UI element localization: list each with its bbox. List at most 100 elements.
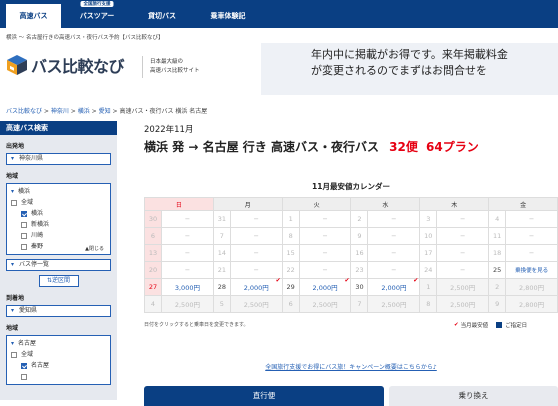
calendar-day: 4 <box>488 210 507 228</box>
calendar-price: − <box>298 227 352 245</box>
calendar-week-row: 13− 14− 15− 16− 17− 18− <box>144 244 558 262</box>
calendar-day: 3 <box>419 210 438 228</box>
calendar-day[interactable]: 28 <box>212 278 231 296</box>
calendar-legend: ✔ 当月最安値 ご指定日 <box>454 321 527 329</box>
campaign-badge: 全国旅行支援 <box>80 1 114 7</box>
calendar-price[interactable]: 3,000円 <box>161 278 214 296</box>
calendar-price: − <box>436 227 490 245</box>
calendar-day: 10 <box>419 227 438 245</box>
checkbox-checked[interactable] <box>21 362 27 369</box>
calendar-price[interactable]: 2,000円 ✔ <box>229 277 283 296</box>
transfer-link[interactable]: 乗換便を見る <box>505 261 558 279</box>
region-dropdown[interactable]: ▾ 名古屋 <box>11 338 110 349</box>
calendar-day[interactable]: 25 <box>488 261 507 279</box>
calendar-price: − <box>161 244 214 262</box>
tab-highway-bus[interactable]: 高速バス <box>6 4 61 28</box>
checkbox[interactable] <box>21 373 27 380</box>
region-option-yokohama[interactable]: 横浜 <box>21 208 110 219</box>
calendar-price: − <box>161 227 214 245</box>
calendar-price: − <box>436 261 490 279</box>
calendar-day[interactable]: 27 <box>144 278 162 296</box>
calendar-day: 7 <box>350 295 369 313</box>
calendar-day: 30 <box>144 210 162 228</box>
ad-banner[interactable]: 年内中に掲載がお得です。来年掲載料金 が変更されるのでまずはお問合せを <box>255 43 558 95</box>
region-dropdown[interactable]: ▾ 横浜 <box>11 186 110 197</box>
region-option-shin-yokohama[interactable]: 新横浜 <box>21 219 110 230</box>
page-headline: 横浜 〜 名古屋行きの高速バス・夜行バス予約【バス比較なび】 <box>6 35 164 41</box>
departure-label: 出発地 <box>6 143 25 150</box>
calendar-day: 1 <box>281 210 300 228</box>
checkbox-checked[interactable] <box>21 210 27 217</box>
close-button[interactable]: ▲閉じる <box>85 245 104 252</box>
tagline-line1: 日本最大級の <box>150 59 184 65</box>
calendar-price[interactable]: 2,000円 ✔ <box>367 277 421 296</box>
calendar-day: 24 <box>419 261 438 279</box>
calendar-week-row: 27 3,000円 28 2,000円 ✔ 29 2,000円 ✔ 30 2,000円 ✔ 1… <box>144 277 558 296</box>
calendar-price: − <box>298 210 352 228</box>
direct-route-tab[interactable]: 直行便 <box>144 386 384 406</box>
site-logo[interactable]: バス比較なび <box>6 53 125 77</box>
chevron-down-icon: ▾ <box>11 155 15 162</box>
calendar-price: − <box>505 210 558 228</box>
calendar-price: 2,800円 <box>505 295 558 313</box>
calendar-day: 7 <box>212 227 231 245</box>
calendar-price: − <box>436 210 490 228</box>
calendar-day: 13 <box>144 244 162 262</box>
tab-charter-bus[interactable]: 貸切バス <box>133 4 191 28</box>
region-option-kawasaki[interactable]: 川崎 <box>21 230 110 241</box>
campaign-link[interactable]: 全国旅行支援でお得にバス旅！キャンペーン概要はこちらから♪ <box>144 362 558 371</box>
region-value: 横浜 <box>18 188 31 195</box>
calendar-note: 日付をクリックすると乗車日を変更できます。 <box>144 322 249 328</box>
calendar-title: 11月最安値カレンダー <box>312 182 390 191</box>
calendar-week-row: 4 2,500円 5 2,500円 6 2,500円 7 2,500円 8 2,500円 … <box>144 295 558 313</box>
calendar-price: − <box>229 261 283 279</box>
bus-stop-list-label: バス停一覧 <box>19 261 50 268</box>
departure-pref-select[interactable]: ▾ 神奈川県 <box>6 153 111 165</box>
tab-ride-report[interactable]: 乗車体験記 <box>198 4 258 28</box>
calendar-price: 2,500円 <box>436 295 490 313</box>
calendar-day: 15 <box>281 244 300 262</box>
checkbox[interactable] <box>11 351 17 358</box>
region-option-all[interactable]: 全域 <box>11 197 110 208</box>
calendar-day[interactable]: 29 <box>281 278 300 296</box>
calendar-price: 2,500円 <box>367 295 421 313</box>
checkbox[interactable] <box>21 232 27 239</box>
breadcrumb-yokohama[interactable]: 横浜 <box>78 108 90 115</box>
calendar-price: − <box>505 227 558 245</box>
calendar-price: − <box>161 261 214 279</box>
calendar-day: 9 <box>350 227 369 245</box>
logo-text: バス比較なび <box>31 57 125 76</box>
departure-pref-value: 神奈川県 <box>19 155 44 162</box>
runs-count: 32便 <box>389 140 418 154</box>
transfer-route-tab[interactable]: 乗り換え <box>389 386 558 406</box>
calendar-day: 8 <box>419 295 438 313</box>
weekday-header: 水 <box>350 197 421 211</box>
page-title: 横浜 発 → 名古屋 行き 高速バス・夜行バス 32便 64プラン <box>144 138 479 155</box>
weekday-header: 月 <box>212 197 283 211</box>
checkbox[interactable] <box>11 199 17 206</box>
calendar-price: − <box>367 261 421 279</box>
calendar-price[interactable]: 2,000円 ✔ <box>298 277 352 296</box>
calendar-price: 2,500円 <box>298 295 352 313</box>
region-option-next[interactable] <box>21 371 110 382</box>
breadcrumb-kanagawa[interactable]: 神奈川 <box>51 108 69 115</box>
checkbox[interactable] <box>21 221 27 228</box>
reverse-route-button[interactable]: ⇅逆区間 <box>38 275 79 287</box>
breadcrumb-home[interactable]: バス比較なび <box>6 108 42 115</box>
checkbox[interactable] <box>21 243 27 250</box>
calendar-day[interactable]: 30 <box>350 278 369 296</box>
arrival-pref-value: 愛知県 <box>19 307 38 314</box>
calendar-day: 2 <box>488 278 507 296</box>
calendar-price: − <box>298 261 352 279</box>
ad-line2: が変更されるのでまずはお問合せを <box>311 64 487 77</box>
region-option-nagoya[interactable]: 名古屋 <box>21 360 110 371</box>
calendar-day: 4 <box>144 295 162 313</box>
tab-label: 貸切バス <box>148 12 176 20</box>
arrival-pref-select[interactable]: ▾ 愛知県 <box>6 305 111 317</box>
departure-region-box: ▾ 横浜 全域 横浜 新横浜 川崎 秦野 ▲閉じる <box>6 183 111 255</box>
calendar-price: − <box>229 244 283 262</box>
bus-stop-list-select[interactable]: ▾ バス停一覧 <box>6 259 111 271</box>
tab-bus-tour[interactable]: 全国旅行支援 バスツアー <box>68 1 126 28</box>
region-option-all[interactable]: 全域 <box>11 349 110 360</box>
breadcrumb-aichi[interactable]: 愛知 <box>99 108 111 115</box>
